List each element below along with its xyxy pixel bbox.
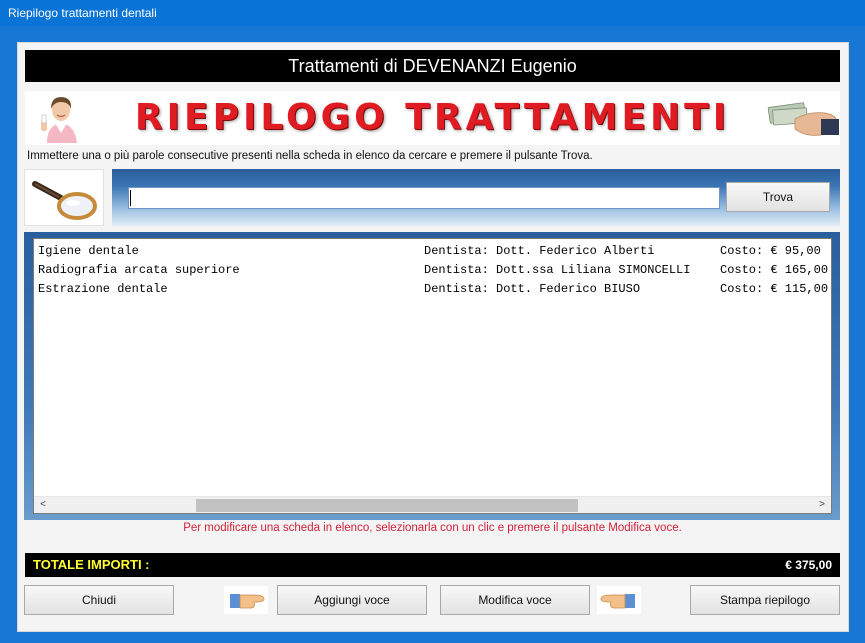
total-bar: TOTALE IMPORTI : € 375,00 bbox=[25, 553, 840, 577]
horizontal-scrollbar[interactable]: < > bbox=[34, 496, 831, 513]
edit-hint: Per modificare una scheda in elenco, sel… bbox=[183, 522, 682, 534]
scroll-right-arrow-icon[interactable]: > bbox=[814, 497, 830, 513]
total-label: TOTALE IMPORTI : bbox=[33, 557, 150, 572]
dentist-name: Dentista: Dott. Federico BIUSO bbox=[424, 282, 641, 296]
banner-title: RIEPILOGO TRATTAMENTI bbox=[134, 97, 731, 138]
search-instruction: Immettere una o più parole consecutive p… bbox=[27, 150, 593, 162]
list-panel: Igiene dentale Dentista: Dott. Federico … bbox=[24, 232, 840, 520]
scroll-thumb[interactable] bbox=[196, 499, 578, 512]
treatment-cost: Costo: € 95,00 bbox=[720, 244, 821, 258]
pointing-hand-icon bbox=[597, 586, 641, 614]
find-button[interactable]: Trova bbox=[726, 182, 830, 212]
window-title: Riepilogo trattamenti dentali bbox=[0, 0, 865, 26]
close-button[interactable]: Chiudi bbox=[24, 585, 174, 615]
money-hand-icon bbox=[765, 97, 839, 141]
total-value: € 375,00 bbox=[785, 558, 832, 572]
add-item-button[interactable]: Aggiungi voce bbox=[277, 585, 427, 615]
treatment-cost: Costo: € 165,00 bbox=[720, 263, 829, 277]
print-summary-button[interactable]: Stampa riepilogo bbox=[690, 585, 840, 615]
treatment-name: Radiografia arcata superiore bbox=[38, 263, 240, 277]
treatment-name: Estrazione dentale bbox=[38, 282, 168, 296]
list-item[interactable]: Igiene dentale Dentista: Dott. Federico … bbox=[38, 242, 831, 261]
pointing-hand-icon bbox=[224, 586, 268, 614]
list-item[interactable]: Radiografia arcata superiore Dentista: D… bbox=[38, 261, 831, 280]
treatment-name: Igiene dentale bbox=[38, 244, 139, 258]
edit-item-button[interactable]: Modifica voce bbox=[440, 585, 590, 615]
search-input[interactable] bbox=[128, 187, 720, 209]
magnifier-icon bbox=[32, 181, 97, 220]
page-title: Trattamenti di DEVENANZI Eugenio bbox=[25, 50, 840, 82]
magnifier-box bbox=[24, 169, 104, 226]
text-caret bbox=[130, 190, 131, 206]
banner: RIEPILOGO TRATTAMENTI bbox=[25, 91, 840, 145]
treatment-cost: Costo: € 115,00 bbox=[720, 282, 829, 296]
treatments-list[interactable]: Igiene dentale Dentista: Dott. Federico … bbox=[33, 238, 832, 514]
search-panel: Trova bbox=[112, 169, 840, 226]
list-item[interactable]: Estrazione dentale Dentista: Dott. Feder… bbox=[38, 280, 831, 299]
dentist-name: Dentista: Dott. Federico Alberti bbox=[424, 244, 655, 258]
scroll-left-arrow-icon[interactable]: < bbox=[35, 497, 51, 513]
dentist-name: Dentista: Dott.ssa Liliana SIMONCELLI bbox=[424, 263, 691, 277]
